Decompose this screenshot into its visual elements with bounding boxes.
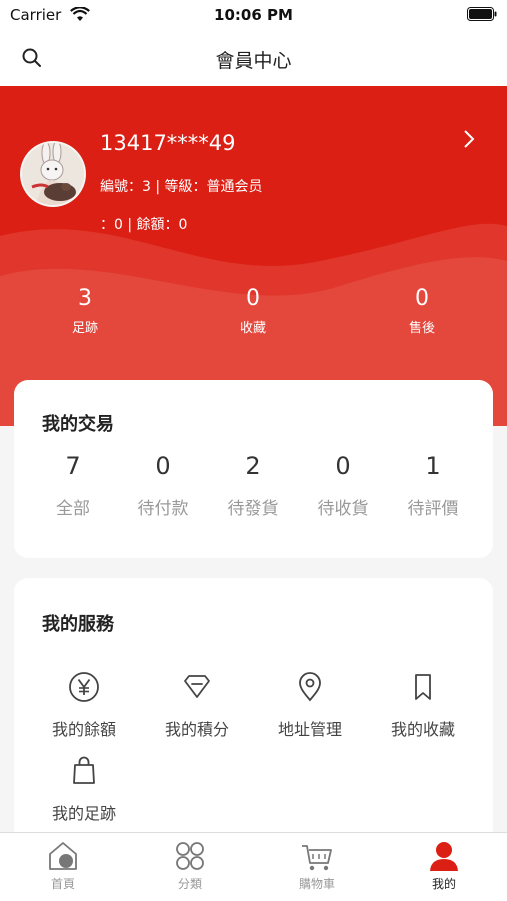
trade-label: 待發貨 <box>227 499 279 519</box>
stat-favorites[interactable]: 0 收藏 <box>193 286 313 336</box>
tab-label: 分類 <box>177 877 202 891</box>
status-bar: Carrier 10:06 PM <box>0 0 507 30</box>
trade-count: 0 <box>155 452 171 480</box>
trade-label: 待收貨 <box>317 499 369 519</box>
stat-value: 0 <box>246 286 260 311</box>
cart-icon <box>302 845 332 871</box>
trade-pending-shipment[interactable]: 2 待發貨 <box>208 452 298 519</box>
services-card-title: 我的服務 <box>42 614 114 635</box>
service-address[interactable]: 地址管理 <box>255 670 365 740</box>
avatar-rabbit-illustration <box>22 143 84 205</box>
tab-categories[interactable]: 分類 <box>150 839 230 892</box>
user-icon <box>430 842 458 871</box>
trade-card: 我的交易 7 全部 0 待付款 2 待發貨 0 待收貨 1 待評價 <box>14 380 493 558</box>
trade-card-title: 我的交易 <box>42 414 114 435</box>
trade-count: 2 <box>245 452 261 480</box>
trade-count: 0 <box>335 452 351 480</box>
stat-value: 3 <box>78 286 92 311</box>
service-balance[interactable]: 我的餘額 <box>29 670 139 740</box>
tab-cart[interactable]: 購物車 <box>277 839 357 892</box>
battery-icon <box>467 7 497 21</box>
service-points[interactable]: 我的積分 <box>142 670 252 740</box>
stat-label: 收藏 <box>239 321 266 336</box>
tab-profile[interactable]: 我的 <box>404 839 484 892</box>
service-favorites[interactable]: 我的收藏 <box>368 670 478 740</box>
clock: 10:06 PM <box>214 6 293 24</box>
stat-label: 足跡 <box>71 321 98 336</box>
home-icon <box>49 842 77 870</box>
shopping-bag-icon <box>73 756 95 784</box>
avatar[interactable] <box>20 141 86 207</box>
tab-label: 我的 <box>431 877 456 891</box>
tab-home[interactable]: 首頁 <box>23 839 103 892</box>
service-label: 我的積分 <box>164 720 229 739</box>
header-wave-decoration <box>0 223 507 426</box>
service-footprints[interactable]: 我的足跡 <box>29 754 139 824</box>
trade-count: 1 <box>425 452 441 480</box>
trade-pending-payment[interactable]: 0 待付款 <box>118 452 208 519</box>
tab-label: 首頁 <box>50 877 75 891</box>
service-label: 我的餘額 <box>51 720 116 739</box>
service-label: 我的收藏 <box>390 720 455 739</box>
location-pin-icon <box>299 672 321 702</box>
tab-bar: 首頁 分類 購物車 我的 <box>0 832 507 901</box>
trade-label: 待付款 <box>137 499 189 519</box>
trade-label: 全部 <box>56 499 90 519</box>
stat-after-sales[interactable]: 0 售後 <box>362 286 482 336</box>
trade-label: 待評價 <box>407 499 459 519</box>
stat-footprints[interactable]: 3 足跡 <box>25 286 145 336</box>
page-title: 會員中心 <box>215 50 292 72</box>
diamond-icon <box>184 675 210 698</box>
profile-header: 13417****49 編號：3 | 等級：普通会员 ：0 | 餘額：0 3 足… <box>0 86 507 426</box>
service-label: 我的足跡 <box>51 804 116 823</box>
nav-bar: 會員中心 <box>0 30 507 86</box>
grid-icon <box>176 842 204 870</box>
services-card: 我的服務 我的餘額 我的積分 地址管理 我的收藏 我的足跡 <box>14 578 493 848</box>
user-balance: ：0 | 餘額：0 <box>100 217 188 233</box>
tab-label: 購物車 <box>298 877 335 891</box>
trade-count: 7 <box>65 452 81 480</box>
service-label: 地址管理 <box>277 720 342 739</box>
trade-pending-review[interactable]: 1 待評價 <box>388 452 478 519</box>
trade-all[interactable]: 7 全部 <box>28 452 118 519</box>
user-phone: 13417****49 <box>100 131 236 155</box>
chevron-right-icon[interactable] <box>460 128 478 150</box>
stat-label: 售後 <box>408 321 435 336</box>
user-id-level: 編號：3 | 等級：普通会员 <box>100 179 263 195</box>
yen-icon <box>69 672 99 702</box>
stat-value: 0 <box>415 286 429 311</box>
trade-pending-receipt[interactable]: 0 待收貨 <box>298 452 388 519</box>
bookmark-icon <box>415 674 431 700</box>
